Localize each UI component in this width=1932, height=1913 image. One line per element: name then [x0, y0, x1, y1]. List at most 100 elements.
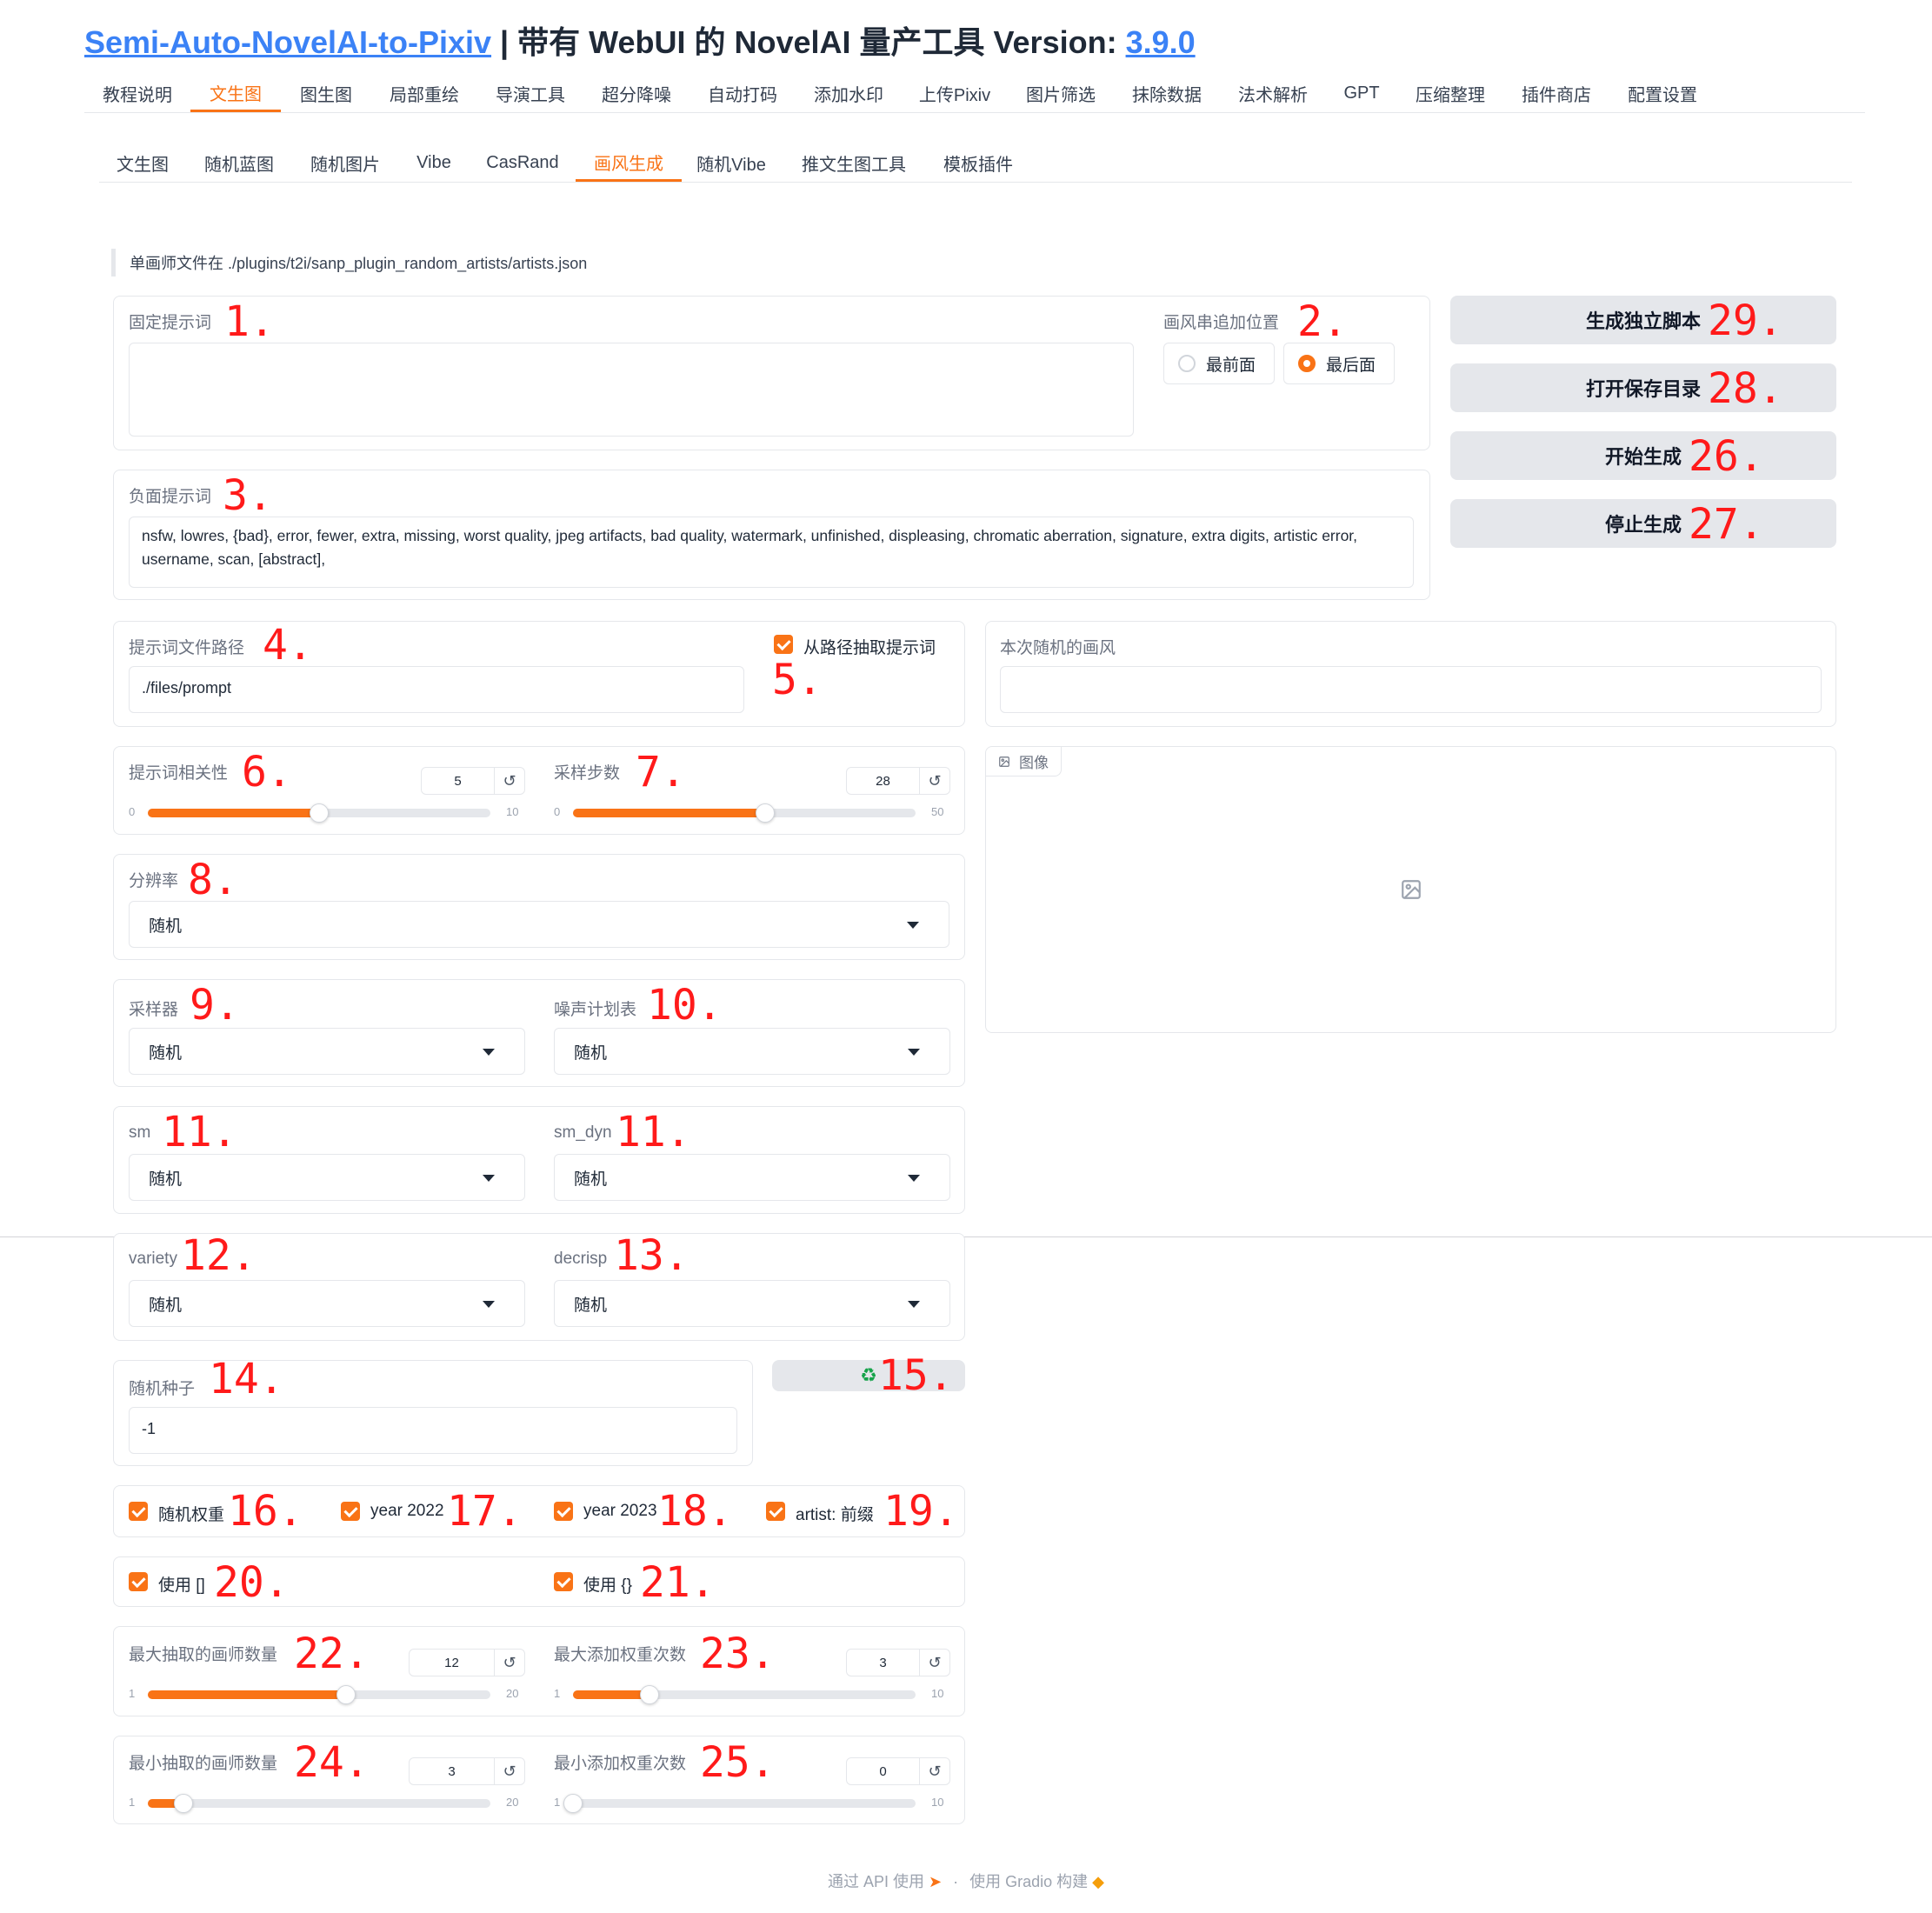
- sub-tab-3[interactable]: Vibe: [398, 144, 470, 182]
- use-brackets-checkbox[interactable]: [129, 1572, 148, 1591]
- marker-20: 20.: [214, 1558, 290, 1607]
- api-link[interactable]: 通过 API 使用: [828, 1873, 924, 1890]
- radio-front[interactable]: 最前面: [1163, 343, 1275, 384]
- max_weight-thumb[interactable]: [639, 1685, 659, 1704]
- main-tab-1[interactable]: 文生图: [190, 75, 281, 112]
- radio-back-label: 最后面: [1326, 356, 1376, 375]
- cfg-value[interactable]: 5: [422, 768, 495, 794]
- gradio-logo-icon: ◆: [1092, 1873, 1105, 1890]
- main-tab-13[interactable]: 压缩整理: [1397, 75, 1503, 112]
- year-2023-checkbox[interactable]: [554, 1502, 573, 1521]
- chevron-down-icon: [907, 922, 919, 929]
- version-link[interactable]: 3.9.0: [1126, 24, 1196, 60]
- sub-tab-4[interactable]: CasRand: [470, 144, 576, 182]
- main-tab-8[interactable]: 上传Pixiv: [902, 75, 1008, 112]
- chevron-down-icon: [483, 1301, 495, 1308]
- main-tab-12[interactable]: GPT: [1326, 75, 1397, 112]
- min_artists-track[interactable]: [148, 1794, 490, 1813]
- footer-separator: ·: [953, 1873, 959, 1890]
- max_weight-number-input[interactable]: 3 ↺: [846, 1649, 950, 1676]
- reset-icon[interactable]: ↺: [920, 1650, 949, 1676]
- main-tab-11[interactable]: 法术解析: [1220, 75, 1326, 112]
- sub-tab-1[interactable]: 随机蓝图: [186, 144, 292, 182]
- max_weight-value[interactable]: 3: [847, 1650, 920, 1676]
- noise-label: 噪声计划表: [554, 1001, 637, 1019]
- min_weight-value[interactable]: 0: [847, 1758, 920, 1784]
- image-label: 图像: [1019, 755, 1049, 771]
- main-tab-7[interactable]: 添加水印: [796, 75, 902, 112]
- marker-28: 28.: [1708, 364, 1783, 413]
- min_weight-number-input[interactable]: 0 ↺: [846, 1757, 950, 1785]
- steps-value[interactable]: 28: [847, 768, 920, 794]
- sub-tab-5[interactable]: 画风生成: [576, 144, 682, 182]
- radio-front-dot[interactable]: [1178, 355, 1196, 372]
- steps-track[interactable]: [573, 803, 916, 823]
- reset-icon[interactable]: ↺: [495, 768, 524, 794]
- min_weight-thumb[interactable]: [563, 1794, 583, 1813]
- max_artists-number-input[interactable]: 12 ↺: [409, 1649, 525, 1676]
- max_weight-fill: [573, 1690, 650, 1699]
- main-tab-5[interactable]: 超分降噪: [583, 75, 690, 112]
- info-text: 单画师文件在 ./plugins/t2i/sanp_plugin_random_…: [111, 249, 587, 277]
- resolution-dropdown[interactable]: 随机: [129, 901, 949, 948]
- use-braces-checkbox[interactable]: [554, 1572, 573, 1591]
- min_artists-value[interactable]: 3: [410, 1758, 495, 1784]
- sampler-value: 随机: [149, 1043, 183, 1063]
- extract-checkbox[interactable]: [774, 635, 793, 654]
- reset-icon[interactable]: ↺: [495, 1758, 524, 1784]
- radio-back[interactable]: 最后面: [1283, 343, 1395, 384]
- min_artists-number-input[interactable]: 3 ↺: [409, 1757, 525, 1785]
- year-2022-checkbox[interactable]: [341, 1502, 360, 1521]
- max_artists-value[interactable]: 12: [410, 1650, 495, 1676]
- decrisp-label: decrisp: [554, 1250, 608, 1268]
- random-weight-checkbox[interactable]: [129, 1502, 148, 1521]
- reset-icon[interactable]: ↺: [920, 768, 949, 794]
- cfg-track[interactable]: [148, 803, 490, 823]
- marker-18: 18.: [657, 1487, 733, 1536]
- main-tab-9[interactable]: 图片筛选: [1008, 75, 1114, 112]
- sm-dyn-dropdown[interactable]: 随机: [554, 1154, 950, 1201]
- radio-back-dot[interactable]: [1298, 355, 1316, 372]
- steps-number-input[interactable]: 28 ↺: [846, 767, 950, 795]
- noise-dropdown[interactable]: 随机: [554, 1028, 950, 1075]
- main-tab-10[interactable]: 抹除数据: [1114, 75, 1220, 112]
- prompt-path-input[interactable]: ./files/prompt: [129, 666, 744, 713]
- main-tab-15[interactable]: 配置设置: [1609, 75, 1715, 112]
- max_artists-track[interactable]: [148, 1685, 490, 1704]
- seed-input[interactable]: -1: [129, 1407, 737, 1454]
- negative-prompt-textarea[interactable]: nsfw, lowres, {bad}, error, fewer, extra…: [129, 517, 1414, 588]
- gradio-link[interactable]: 使用 Gradio 构建: [969, 1873, 1088, 1890]
- start-button[interactable]: 开始生成: [1450, 431, 1836, 480]
- sub-tab-6[interactable]: 随机Vibe: [682, 144, 781, 182]
- steps-thumb[interactable]: [755, 803, 775, 823]
- sub-tab-7[interactable]: 推文生图工具: [781, 144, 927, 182]
- title-text: | 带有 WebUI 的 NovelAI 量产工具 Version:: [491, 24, 1126, 60]
- cfg-thumb[interactable]: [310, 803, 329, 823]
- main-tab-6[interactable]: 自动打码: [690, 75, 796, 112]
- artist-prefix-checkbox[interactable]: [766, 1502, 785, 1521]
- sub-tab-0[interactable]: 文生图: [99, 144, 186, 182]
- reset-icon[interactable]: ↺: [495, 1650, 524, 1676]
- cfg-number-input[interactable]: 5 ↺: [421, 767, 525, 795]
- main-tab-3[interactable]: 局部重绘: [371, 75, 477, 112]
- image-placeholder-icon: [1402, 880, 1421, 899]
- sm-dropdown[interactable]: 随机: [129, 1154, 525, 1201]
- min_weight-track[interactable]: [563, 1794, 916, 1813]
- repo-link[interactable]: Semi-Auto-NovelAI-to-Pixiv: [84, 24, 491, 60]
- main-tab-4[interactable]: 导演工具: [477, 75, 583, 112]
- max_artists-thumb[interactable]: [336, 1685, 356, 1704]
- reset-icon[interactable]: ↺: [920, 1758, 949, 1784]
- sub-tab-8[interactable]: 模板插件: [927, 144, 1029, 182]
- main-tab-14[interactable]: 插件商店: [1503, 75, 1609, 112]
- sampler-dropdown[interactable]: 随机: [129, 1028, 525, 1075]
- sub-tab-2[interactable]: 随机图片: [292, 144, 398, 182]
- marker-steps: 7.: [636, 748, 686, 797]
- main-tab-2[interactable]: 图生图: [281, 75, 371, 112]
- main-tab-0[interactable]: 教程说明: [84, 75, 190, 112]
- stop-button[interactable]: 停止生成: [1450, 499, 1836, 548]
- decrisp-dropdown[interactable]: 随机: [554, 1280, 950, 1327]
- fixed-prompt-textarea[interactable]: [129, 343, 1134, 437]
- variety-dropdown[interactable]: 随机: [129, 1280, 525, 1327]
- chevron-down-icon: [483, 1175, 495, 1182]
- max_weight-track[interactable]: [573, 1685, 916, 1704]
